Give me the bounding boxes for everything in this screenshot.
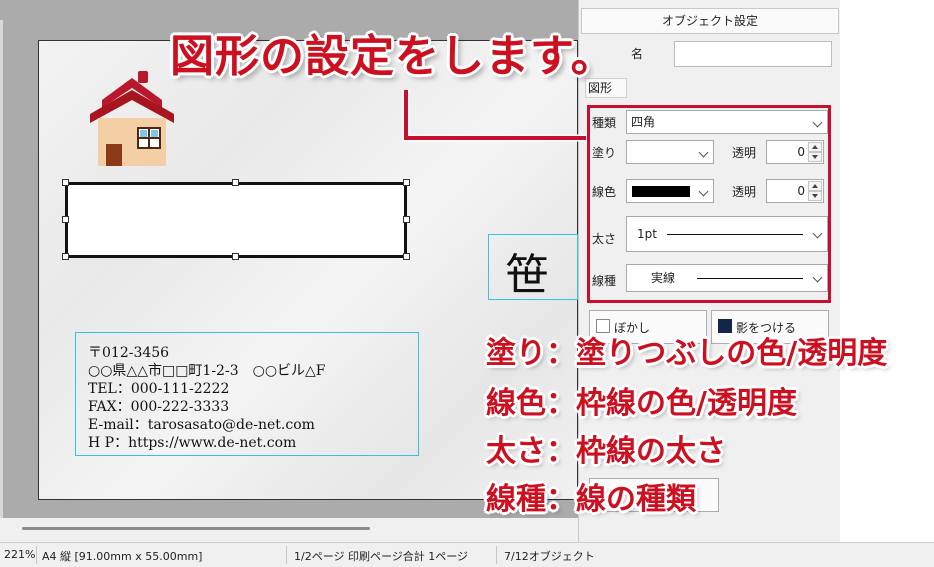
scrollbar-thumb[interactable] [22, 527, 370, 530]
line-alpha-value: 0 [797, 184, 805, 198]
house-icon[interactable] [84, 68, 180, 168]
line-type-select[interactable]: 実線 [626, 264, 828, 292]
arrow-down-icon [812, 155, 818, 159]
postal-code-text: 〒012-3456 [88, 345, 170, 361]
status-separator [286, 546, 287, 564]
status-bar: 221% A4 縦 [91.00mm x 55.00mm] 1/2ページ 印刷ペ… [0, 542, 934, 567]
stepper-down-button[interactable] [808, 152, 822, 162]
name-text: 笹 [505, 250, 549, 300]
selected-rectangle[interactable] [65, 182, 407, 258]
status-separator [496, 546, 497, 564]
annotation-width: 太さ：枠線の太さ [486, 434, 726, 469]
object-name-input[interactable] [674, 41, 832, 67]
zoom-level: 221% [4, 548, 36, 561]
fill-label: 塗り [592, 146, 617, 160]
resize-handle-bl[interactable] [62, 253, 69, 260]
annotation-line-type: 線種：線の種類 [486, 482, 696, 517]
line-type-label: 線種 [592, 274, 617, 288]
chevron-down-icon [698, 186, 709, 197]
tel-text: TEL：000-111-2222 [88, 381, 230, 397]
resize-handle-tl[interactable] [62, 179, 69, 186]
homepage-text: H P：https://www.de-net.com [88, 435, 297, 451]
kind-label: 種類 [592, 116, 617, 130]
line-color-label: 線色 [592, 185, 617, 199]
width-preview-line [667, 234, 803, 235]
chevron-down-icon [812, 117, 823, 128]
object-count: 7/12オブジェクト [504, 550, 595, 563]
shape-settings-group: 種類 四角 塗り 透明 0 線色 透明 0 太さ 1pt 線種 実線 [587, 105, 831, 303]
paper-size: A4 縦 [91.00mm x 55.00mm] [42, 550, 203, 563]
kind-value: 四角 [631, 115, 656, 129]
arrow-down-icon [812, 194, 818, 198]
resize-handle-tr[interactable] [403, 179, 410, 186]
line-alpha-label: 透明 [732, 185, 757, 199]
resize-handle-r[interactable] [403, 216, 410, 223]
stepper-up-button[interactable] [808, 142, 822, 152]
panel-title: オブジェクト設定 [581, 8, 839, 34]
line-alpha-stepper[interactable]: 0 [766, 179, 824, 203]
resize-handle-l[interactable] [62, 216, 69, 223]
fill-color-select[interactable] [626, 140, 714, 164]
resize-handle-br[interactable] [403, 253, 410, 260]
line-color-select[interactable] [626, 179, 714, 203]
width-label: 太さ [592, 232, 617, 246]
annotation-line-color: 線色：枠線の色/透明度 [486, 386, 797, 421]
email-text: E-mail：tarosasato@de-net.com [88, 417, 315, 433]
stepper-up-button[interactable] [808, 181, 822, 191]
line-type-preview-line [697, 278, 803, 279]
fax-text: FAX：000-222-3333 [88, 399, 230, 415]
line-color-swatch [632, 186, 690, 197]
chevron-down-icon [812, 228, 823, 239]
arrow-up-icon [812, 184, 818, 188]
resize-handle-b[interactable] [232, 253, 239, 260]
line-type-value: 実線 [651, 271, 676, 285]
fill-alpha-label: 透明 [732, 146, 757, 160]
chevron-down-icon [812, 272, 823, 283]
status-separator [36, 546, 37, 564]
address-text: ○○県△△市□□町1-2-3 ○○ビル△F [88, 363, 326, 379]
ruler-edge [0, 20, 3, 530]
address-text-box[interactable]: 〒012-3456 ○○県△△市□□町1-2-3 ○○ビル△F TEL：000-… [75, 332, 419, 456]
name-text-box[interactable]: 笹 [488, 234, 578, 300]
page-info: 1/2ページ 印刷ページ合計 1ページ [294, 550, 469, 563]
horizontal-scrollbar[interactable] [0, 518, 578, 542]
fill-alpha-value: 0 [797, 145, 805, 159]
annotation-fill: 塗り：塗りつぶしの色/透明度 [486, 336, 888, 371]
fill-alpha-stepper[interactable]: 0 [766, 140, 824, 164]
resize-handle-t[interactable] [232, 179, 239, 186]
chevron-down-icon [698, 147, 709, 158]
stepper-down-button[interactable] [808, 191, 822, 201]
line-width-select[interactable]: 1pt [626, 216, 828, 252]
kind-select[interactable]: 四角 [626, 110, 828, 134]
object-name-label: 名 [631, 47, 644, 61]
width-value: 1pt [637, 227, 657, 241]
annotation-title: 図形の設定をします。 [170, 31, 616, 82]
arrow-up-icon [812, 145, 818, 149]
